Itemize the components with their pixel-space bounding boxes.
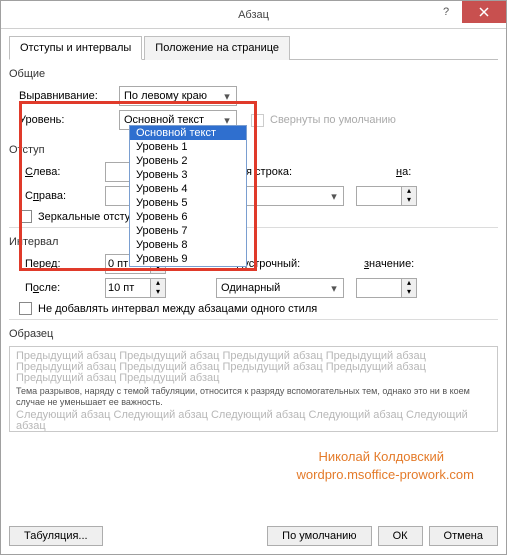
alignment-label: Выравнивание: bbox=[19, 90, 119, 102]
linespacing-combo[interactable]: Одинарный ▾ bbox=[216, 278, 344, 298]
firstline-by-spinner[interactable]: ▴▾ bbox=[356, 186, 417, 206]
preview-next: Следующий абзац Следующий абзац Следующи… bbox=[16, 410, 491, 432]
indent-right-label: Справа: bbox=[19, 190, 105, 202]
chevron-down-icon: ▾ bbox=[327, 190, 341, 203]
spin-down-icon[interactable]: ▾ bbox=[151, 288, 165, 297]
tab-pageflow[interactable]: Положение на странице bbox=[144, 36, 290, 60]
spacing-at-input[interactable] bbox=[356, 278, 402, 298]
tab-indents[interactable]: Отступы и интервалы bbox=[9, 36, 142, 60]
firstline-by-input[interactable] bbox=[356, 186, 402, 206]
linespacing-value: Одинарный bbox=[221, 282, 280, 294]
space-after-spinner[interactable]: ▴▾ bbox=[105, 278, 166, 298]
level-option[interactable]: Уровень 5 bbox=[130, 196, 246, 210]
chevron-down-icon: ▾ bbox=[327, 282, 341, 295]
cancel-button[interactable]: Отмена bbox=[429, 526, 498, 546]
spin-down-icon[interactable]: ▾ bbox=[402, 196, 416, 205]
paragraph-dialog: Абзац ? Отступы и интервалы Положение на… bbox=[0, 0, 507, 555]
level-option[interactable]: Уровень 3 bbox=[130, 168, 246, 182]
level-option[interactable]: Уровень 1 bbox=[130, 140, 246, 154]
spin-down-icon[interactable]: ▾ bbox=[402, 288, 416, 297]
watermark-name: Николай Колдовский bbox=[318, 449, 444, 464]
preview-current: Тема разрывов, наряду с темой табуляции,… bbox=[16, 386, 491, 408]
spacing-at-spinner[interactable]: ▴▾ bbox=[356, 278, 417, 298]
level-option[interactable]: Уровень 9 bbox=[130, 252, 246, 266]
chevron-down-icon: ▾ bbox=[220, 90, 234, 103]
space-before-label: Перед: bbox=[19, 258, 105, 270]
window-title: Абзац bbox=[238, 9, 269, 21]
space-after-input[interactable] bbox=[105, 278, 151, 298]
no-space-same-style-label: Не добавлять интервал между абзацами одн… bbox=[38, 303, 317, 315]
group-sample: Образец bbox=[9, 328, 498, 340]
level-option[interactable]: Уровень 8 bbox=[130, 238, 246, 252]
no-space-same-style-checkbox[interactable]: Не добавлять интервал между абзацами одн… bbox=[19, 302, 317, 315]
alignment-value: По левому краю bbox=[124, 90, 207, 102]
level-option[interactable]: Уровень 7 bbox=[130, 224, 246, 238]
level-option[interactable]: Основной текст bbox=[130, 126, 246, 140]
preview-pane: Предыдущий абзац Предыдущий абзац Предыд… bbox=[9, 346, 498, 432]
outline-level-dropdown[interactable]: Основной текст Уровень 1 Уровень 2 Урове… bbox=[129, 125, 247, 267]
alignment-combo[interactable]: По левому краю ▾ bbox=[119, 86, 237, 106]
tab-strip: Отступы и интервалы Положение на страниц… bbox=[9, 35, 498, 60]
indent-left-label: Слева: bbox=[19, 166, 105, 178]
preview-prev: Предыдущий абзац Предыдущий абзац Предыд… bbox=[16, 351, 491, 384]
close-icon bbox=[479, 7, 489, 17]
group-indent: Отступ bbox=[9, 144, 498, 156]
close-button[interactable] bbox=[462, 1, 506, 23]
group-spacing: Интервал bbox=[9, 236, 498, 248]
mirror-indents-checkbox[interactable]: Зеркальные отступы bbox=[19, 210, 144, 223]
collapse-default-label: Свернуты по умолчанию bbox=[270, 114, 396, 126]
tabs-button[interactable]: Табуляция... bbox=[9, 526, 103, 546]
spacing-at-label: значение: bbox=[364, 258, 414, 270]
outline-level-label: Уровень: bbox=[19, 114, 119, 126]
group-general: Общие bbox=[9, 68, 498, 80]
level-option[interactable]: Уровень 2 bbox=[130, 154, 246, 168]
ok-button[interactable]: ОК bbox=[378, 526, 423, 546]
level-option[interactable]: Уровень 6 bbox=[130, 210, 246, 224]
watermark-site: wordpro.msoffice-prowork.com bbox=[297, 467, 474, 482]
set-default-button[interactable]: По умолчанию bbox=[267, 526, 371, 546]
collapse-default-checkbox: Свернуты по умолчанию bbox=[251, 114, 396, 127]
help-button[interactable]: ? bbox=[430, 1, 462, 23]
titlebar: Абзац ? bbox=[1, 1, 506, 29]
indent-by-label: на: bbox=[396, 166, 411, 178]
level-option[interactable]: Уровень 4 bbox=[130, 182, 246, 196]
space-after-label: После: bbox=[19, 282, 105, 294]
